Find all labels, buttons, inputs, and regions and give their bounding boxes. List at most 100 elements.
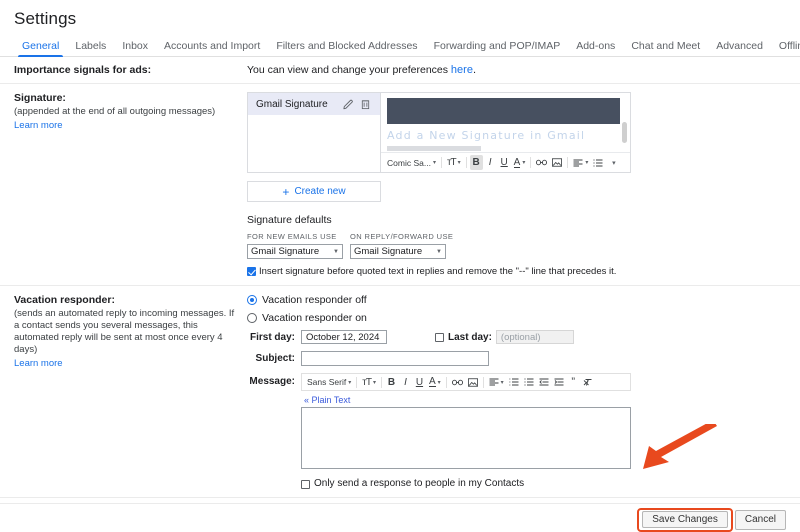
importance-signals-here-link[interactable]: here [451,64,473,76]
tab-inbox[interactable]: Inbox [114,40,156,56]
message-textarea[interactable] [301,407,631,469]
vacation-off-row[interactable]: Vacation responder off [247,294,800,306]
signature-canvas[interactable]: Add a New Signature in Gmail [381,93,630,152]
plus-icon: + [282,184,290,199]
tab-advanced[interactable]: Advanced [708,40,771,56]
message-editor: Sans Serif ▾ тT ▾ B I U A ▾ ▾ ” « Plain … [301,373,631,489]
text-size-icon[interactable]: тT ▾ [445,155,463,170]
last-day-block: Last day: (optional) [435,330,574,344]
signature-list: Gmail Signature [247,92,381,173]
trash-icon[interactable] [357,96,374,113]
signature-editor-scrollbar[interactable] [622,122,627,143]
link-icon[interactable] [534,155,549,170]
last-day-label: Last day: [448,331,492,343]
italic-button[interactable]: I [484,155,497,170]
importance-signals-text: You can view and change your preferences [247,64,451,76]
bold-icon: B [472,157,480,168]
new-emails-caption: FOR NEW EMAILS USE [247,232,337,241]
message-format-toolbar: Sans Serif ▾ тT ▾ B I U A ▾ ▾ ” [301,373,631,391]
blockquote-icon[interactable]: ” [567,375,580,390]
tab-accounts-and-import[interactable]: Accounts and Import [156,40,268,56]
text-color-button[interactable]: A ▾ [512,155,528,170]
tab-forwarding-and-pop-imap[interactable]: Forwarding and POP/IMAP [426,40,569,56]
toolbar-divider [567,157,569,168]
bold-icon: B [387,376,396,388]
tab-filters-and-blocked-addresses[interactable]: Filters and Blocked Addresses [268,40,425,56]
bold-button[interactable]: B [385,375,398,390]
importance-signals-label: Importance signals for ads: [14,64,152,76]
signature-content: Gmail Signature Add a New Signature in G… [247,92,800,277]
message-font-family-dropdown[interactable]: Sans Serif ▾ [305,375,353,390]
signature-script-text: Add a New Signature in Gmail [387,129,586,142]
first-day-input[interactable]: October 12, 2024 [301,330,387,344]
remove-formatting-icon[interactable] [581,375,595,390]
italic-button[interactable]: I [399,375,412,390]
bulleted-list-icon[interactable] [522,375,536,390]
signature-placeholder-bar [387,146,481,151]
tab-offline[interactable]: Offline [771,40,800,56]
insert-signature-checkbox[interactable] [247,267,256,276]
signature-row: Signature: (appended at the end of all o… [0,84,800,286]
underline-icon: U [500,157,508,168]
pencil-icon[interactable] [340,96,357,113]
chevron-down-icon: ▼ [436,248,442,255]
underline-button[interactable]: U [498,155,511,170]
insert-signature-checkbox-row[interactable]: Insert signature before quoted text in r… [247,266,800,277]
insert-signature-label: Insert signature before quoted text in r… [259,266,617,277]
importance-signals-period: . [472,64,477,76]
save-changes-button[interactable]: Save Changes [642,511,728,528]
contacts-only-row[interactable]: Only send a response to people in my Con… [301,478,631,489]
underline-button[interactable]: U [413,375,426,390]
vacation-learn-more-link[interactable]: Learn more [14,358,63,369]
link-icon[interactable] [450,375,465,390]
vacation-on-row[interactable]: Vacation responder on [247,312,800,324]
importance-signals-row: Importance signals for ads: You can view… [0,57,800,84]
last-day-input[interactable]: (optional) [495,330,574,344]
tab-general[interactable]: General [14,40,67,57]
vacation-responder-off-label: Vacation responder off [262,294,367,306]
signature-label-cell: Signature: (appended at the end of all o… [14,92,247,277]
bold-button[interactable]: B [469,155,483,170]
vacation-responder-on-radio[interactable] [247,313,257,323]
tab-labels[interactable]: Labels [67,40,114,56]
subject-label: Subject: [255,353,295,364]
new-emails-signature-select[interactable]: Gmail Signature ▼ [247,244,343,259]
signature-content-editor[interactable]: Add a New Signature in Gmail Comic Sa...… [381,92,631,173]
new-emails-signature-value: Gmail Signature [251,246,320,257]
signature-description: (appended at the end of all outgoing mes… [14,106,216,117]
last-day-checkbox[interactable] [435,333,444,342]
tab-chat-and-meet[interactable]: Chat and Meet [623,40,708,56]
indent-more-icon[interactable] [552,375,566,390]
cancel-button[interactable]: Cancel [734,510,786,530]
more-options-icon[interactable]: ▾ [606,155,619,170]
vacation-responder-description: (sends an automated reply to incoming me… [14,308,235,355]
signature-editor-wrap: Gmail Signature Add a New Signature in G… [247,92,800,173]
toolbar-divider [380,376,382,388]
align-left-icon[interactable]: ▾ [487,375,506,390]
signature-font-family-dropdown[interactable]: Comic Sa... ▾ [385,155,438,170]
reply-forward-signature-select[interactable]: Gmail Signature ▼ [350,244,446,259]
create-new-signature-button[interactable]: + Create new [247,181,381,202]
settings-footer: Save Changes Cancel [0,503,800,532]
indent-less-icon[interactable] [537,375,551,390]
text-size-icon[interactable]: тT ▾ [360,375,378,390]
tab-add-ons[interactable]: Add-ons [568,40,623,56]
create-new-label: Create new [294,186,346,197]
vacation-label-cell: Vacation responder: (sends an automated … [14,294,247,489]
signature-list-item[interactable]: Gmail Signature [248,93,380,115]
text-color-icon: A [428,376,436,387]
insert-image-icon[interactable] [550,155,564,170]
text-color-button[interactable]: A ▾ [427,375,443,390]
first-day-row: First day: October 12, 2024 Last day: (o… [247,330,800,344]
insert-image-icon[interactable] [466,375,480,390]
subject-input[interactable] [301,351,489,366]
subject-row: Subject: [247,351,800,366]
signature-learn-more-link[interactable]: Learn more [14,120,63,131]
align-left-icon[interactable]: ▾ [571,155,590,170]
vacation-responder-label: Vacation responder: [14,294,115,306]
vacation-responder-off-radio[interactable] [247,295,257,305]
contacts-only-checkbox[interactable] [301,479,310,489]
numbered-list-icon[interactable] [507,375,521,390]
bulleted-list-icon[interactable] [591,155,605,170]
plain-text-link[interactable]: « Plain Text [304,395,631,405]
